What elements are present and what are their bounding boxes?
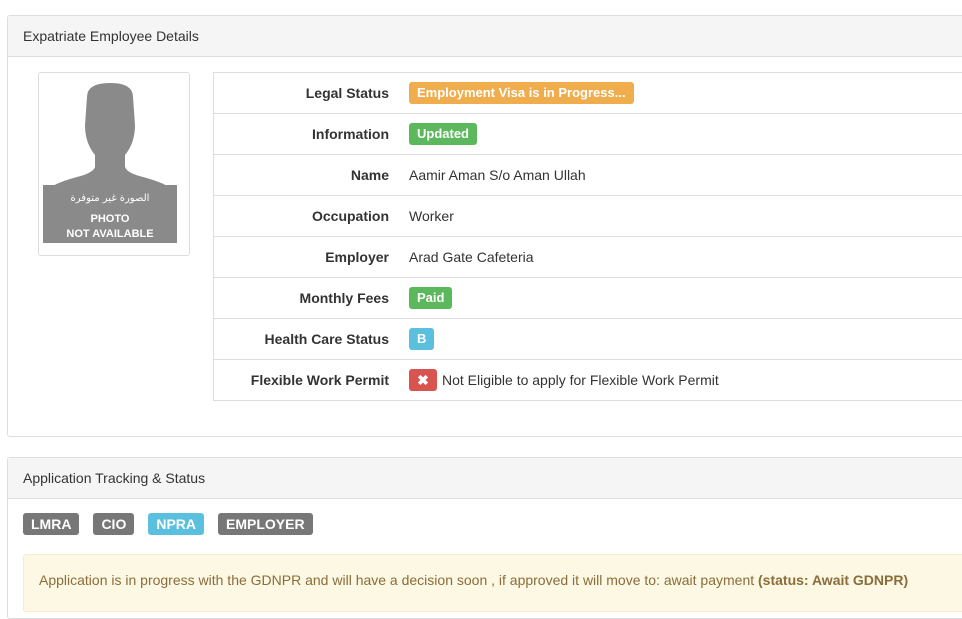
- employee-photo: الصورة غير متوفرة PHOTO NOT AVAILABLE: [38, 72, 190, 256]
- employee-details-table: Legal Status Employment Visa is in Progr…: [213, 72, 962, 401]
- employer-label: Employer: [325, 249, 389, 265]
- employee-details-panel: Expatriate Employee Details الصورة غير م…: [7, 15, 962, 437]
- name-label: Name: [350, 167, 389, 183]
- flexible-permit-value: Not Eligible to apply for Flexible Work …: [442, 372, 719, 388]
- tracking-panel-title: Application Tracking & Status: [8, 458, 962, 499]
- photo-arabic-caption: الصورة غير متوفرة: [70, 193, 150, 204]
- status-alert: Application is in progress with the GDNP…: [23, 554, 962, 612]
- photo-caption-line1: PHOTO: [90, 213, 130, 225]
- stage-cio: CIO: [93, 513, 135, 535]
- information-badge: Updated: [409, 123, 477, 145]
- monthly-fees-badge: Paid: [409, 287, 453, 309]
- health-care-badge: B: [409, 328, 435, 350]
- occupation-label: Occupation: [311, 208, 389, 224]
- employer-value: Arad Gate Cafeteria: [409, 249, 534, 265]
- table-row-information: Information Updated: [214, 113, 962, 154]
- tracking-stages: LMRA CIO NPRA EMPLOYER: [23, 513, 313, 535]
- table-row-employer: Employer Arad Gate Cafeteria: [214, 236, 962, 277]
- x-icon: ✖: [409, 369, 437, 391]
- status-message: Application is in progress with the GDNP…: [39, 572, 755, 588]
- information-label: Information: [312, 126, 389, 142]
- table-row-flexible-permit: Flexible Work Permit ✖ Not Eligible to a…: [214, 359, 962, 400]
- photo-caption-line2: NOT AVAILABLE: [66, 228, 154, 240]
- table-row-monthly-fees: Monthly Fees Paid: [214, 277, 962, 318]
- table-row-legal-status: Legal Status Employment Visa is in Progr…: [214, 73, 962, 113]
- monthly-fees-label: Monthly Fees: [299, 290, 389, 306]
- health-care-label: Health Care Status: [264, 331, 389, 347]
- legal-status-label: Legal Status: [305, 85, 389, 101]
- employee-panel-title: Expatriate Employee Details: [8, 16, 962, 57]
- photo-placeholder: الصورة غير متوفرة PHOTO NOT AVAILABLE: [43, 77, 177, 243]
- table-row-occupation: Occupation Worker: [214, 195, 962, 236]
- table-row-health-care: Health Care Status B: [214, 318, 962, 359]
- stage-npra: NPRA: [148, 513, 204, 535]
- stage-lmra: LMRA: [23, 513, 80, 535]
- legal-status-badge: Employment Visa is in Progress...: [409, 82, 634, 104]
- occupation-value: Worker: [409, 208, 454, 224]
- name-value: Aamir Aman S/o Aman Ullah: [409, 167, 586, 183]
- table-row-name: Name Aamir Aman S/o Aman Ullah: [214, 154, 962, 195]
- application-tracking-panel: Application Tracking & Status LMRA CIO N…: [7, 457, 962, 619]
- status-text: (status: Await GDNPR): [758, 572, 909, 588]
- stage-employer: EMPLOYER: [218, 513, 313, 535]
- flexible-permit-label: Flexible Work Permit: [250, 372, 389, 388]
